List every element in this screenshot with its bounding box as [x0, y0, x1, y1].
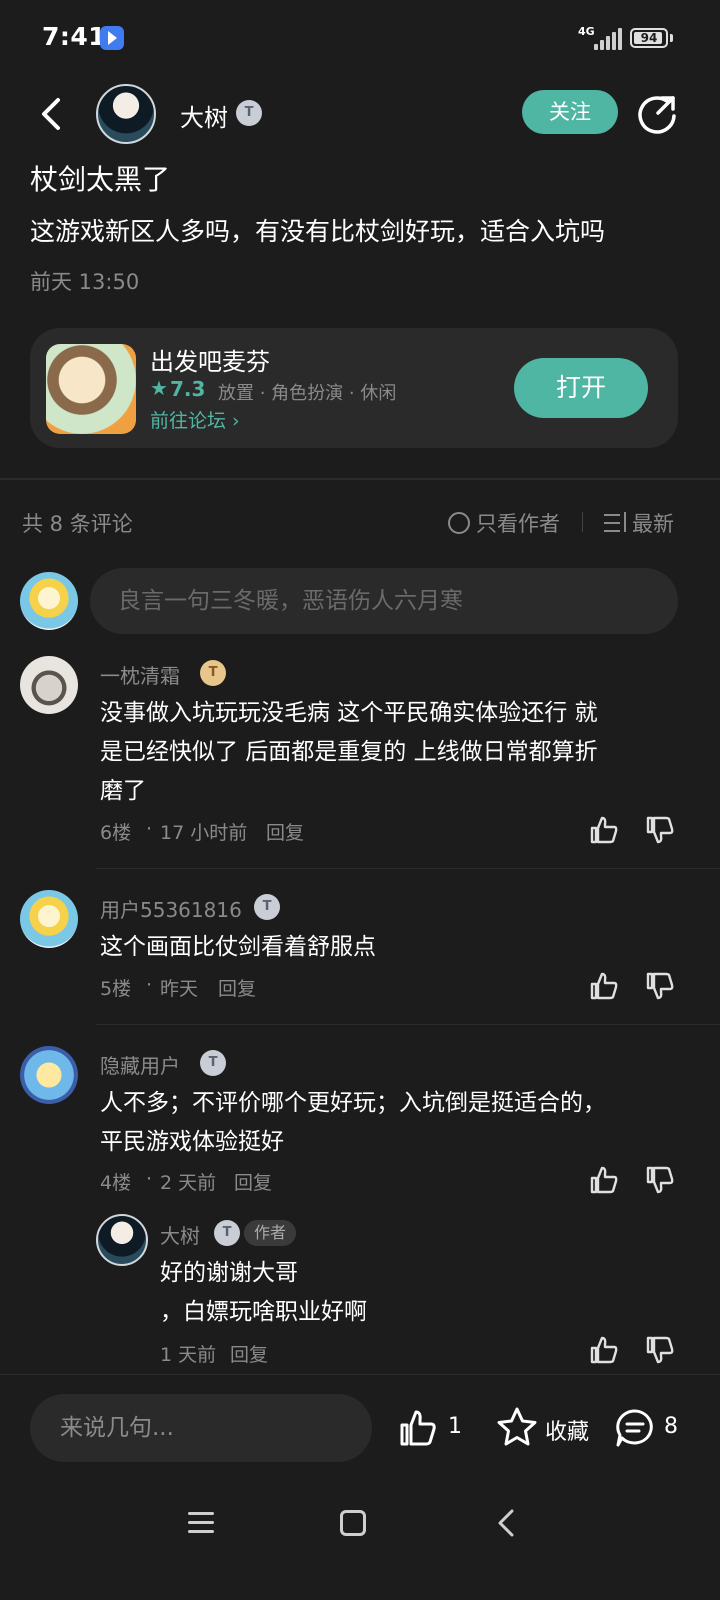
comment-text: 磨了 — [100, 778, 146, 804]
commenter-avatar[interactable] — [20, 890, 78, 948]
game-rating: 7.3 — [170, 377, 206, 401]
commenter-name[interactable]: 用户55361816 — [100, 894, 242, 923]
chevron-right-icon: › — [226, 410, 240, 432]
comment-time: 17 小时前 — [160, 822, 248, 844]
comment-time: 2 天前 — [160, 1172, 217, 1194]
favorite-label[interactable]: 收藏 — [545, 1414, 589, 1446]
commenter-level-badge: T — [200, 1050, 226, 1076]
like-icon[interactable] — [588, 814, 620, 846]
post-time: 前天 13:50 — [30, 270, 140, 294]
menu-icon[interactable] — [188, 1510, 214, 1536]
game-tags: 放置 · 角色扮演 · 休闲 — [218, 383, 397, 404]
post-title: 杖剑太黑了 — [30, 163, 171, 196]
comment-time: 昨天 — [160, 978, 199, 1000]
comment-text: 平民游戏体验挺好 — [100, 1129, 284, 1155]
commenter-avatar[interactable] — [20, 656, 78, 714]
header-separator — [582, 512, 583, 532]
reply-author-name[interactable]: 大树 — [160, 1220, 200, 1249]
meta-dot: · — [146, 974, 153, 996]
author-only-toggle[interactable]: 只看作者 — [476, 508, 560, 538]
commenter-level-badge: T — [254, 894, 280, 920]
reply-time: 1 天前 — [160, 1344, 217, 1366]
battery-icon: 94 — [630, 28, 668, 48]
reply-link[interactable]: 回复 — [218, 974, 256, 1001]
meta-dot: · — [146, 818, 153, 840]
dislike-icon[interactable] — [644, 970, 676, 1002]
commenter-name[interactable]: 一枕清霜 — [100, 660, 180, 689]
radio-circle-icon[interactable] — [448, 512, 470, 534]
reply-text: 好的谢谢大哥 — [160, 1260, 298, 1286]
comment-floor: 5楼 — [100, 978, 132, 1000]
author-name[interactable]: 大树 — [180, 98, 228, 133]
author-avatar[interactable] — [96, 84, 156, 144]
comment-text: 人不多；不评价哪个更好玩；入坑倒是挺适合的， — [100, 1090, 606, 1116]
back-arrow-icon[interactable] — [36, 96, 66, 132]
forum-link[interactable]: 前往论坛 › — [150, 406, 240, 433]
sort-icon[interactable] — [604, 512, 628, 534]
comment-text: 没事做入坑玩玩没毛病 这个平民确实体验还行 就 — [100, 700, 598, 726]
comment-input[interactable]: 良言一句三冬暖，恶语伤人六月寒 — [90, 568, 678, 634]
share-icon[interactable] — [638, 94, 678, 134]
rating-star-icon: ★ — [150, 376, 168, 400]
author-tag: 作者 — [244, 1220, 297, 1246]
reply-link[interactable]: 回复 — [234, 1168, 272, 1195]
sort-latest[interactable]: 最新 — [632, 508, 674, 538]
comment-floor: 4楼 — [100, 1172, 132, 1194]
comment-count: 共 8 条评论 — [22, 512, 133, 536]
like-post-icon[interactable] — [398, 1408, 438, 1448]
game-name[interactable]: 出发吧麦芬 — [150, 342, 270, 377]
like-icon[interactable] — [588, 970, 620, 1002]
reply-link[interactable]: 回复 — [230, 1340, 268, 1367]
nav-back-icon[interactable] — [494, 1508, 518, 1538]
comment-divider — [96, 868, 720, 869]
comment-text: 这个画面比仗剑看着舒服点 — [100, 934, 376, 960]
comment-text: 是已经快似了 后面都是重复的 上线做日常都算折 — [100, 739, 598, 765]
dislike-icon[interactable] — [644, 1334, 676, 1366]
my-avatar — [20, 572, 78, 630]
app-notification-icon — [100, 26, 124, 50]
forum-link-label: 前往论坛 — [150, 410, 227, 432]
reply-author-badge: T — [214, 1220, 240, 1246]
battery-level: 94 — [640, 31, 658, 45]
like-count: 1 — [448, 1414, 462, 1439]
section-divider — [0, 478, 720, 480]
reply-text: ，白嫖玩啥职业好啊 — [160, 1299, 367, 1325]
comment-bubble-icon[interactable] — [614, 1408, 656, 1448]
post-body: 这游戏新区人多吗，有没有比杖剑好玩，适合入坑吗 — [30, 217, 606, 246]
network-type: 4G — [578, 25, 595, 38]
favorite-star-icon[interactable] — [496, 1406, 538, 1448]
follow-button[interactable]: 关注 — [522, 90, 618, 134]
game-icon[interactable] — [46, 344, 136, 434]
reply-link[interactable]: 回复 — [266, 818, 304, 845]
comment-count-bottom: 8 — [664, 1414, 678, 1439]
bottom-divider — [0, 1374, 720, 1375]
commenter-avatar[interactable] — [20, 1046, 78, 1104]
reply-author-avatar[interactable] — [96, 1214, 148, 1266]
battery-tip — [670, 34, 673, 42]
comment-divider — [96, 1024, 720, 1025]
status-time: 7:41 — [42, 22, 107, 51]
like-icon[interactable] — [588, 1164, 620, 1196]
like-icon[interactable] — [588, 1334, 620, 1366]
commenter-level-badge: T — [200, 660, 226, 686]
reply-input[interactable]: 来说几句... — [30, 1394, 372, 1462]
dislike-icon[interactable] — [644, 814, 676, 846]
meta-dot: · — [146, 1168, 153, 1190]
author-level-badge: T — [236, 100, 262, 126]
commenter-name[interactable]: 隐藏用户 — [100, 1050, 180, 1079]
home-icon[interactable] — [340, 1510, 366, 1536]
open-game-button[interactable]: 打开 — [514, 358, 648, 418]
signal-icon — [594, 28, 622, 50]
comment-floor: 6楼 — [100, 822, 132, 844]
dislike-icon[interactable] — [644, 1164, 676, 1196]
